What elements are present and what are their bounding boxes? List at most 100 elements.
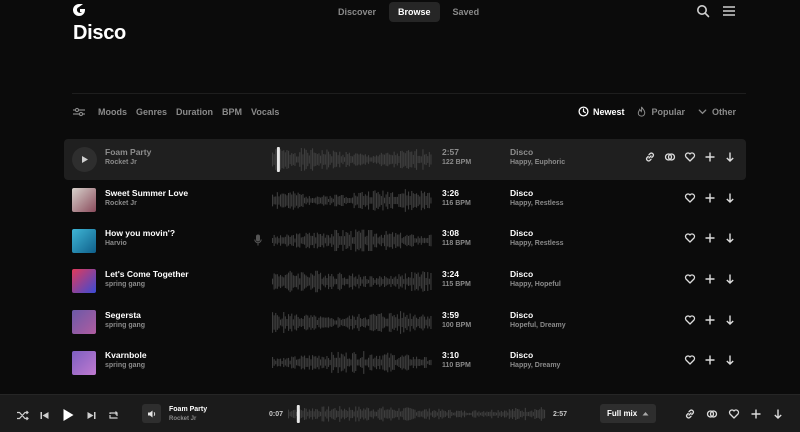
- waveform-bar: [281, 361, 283, 365]
- waveform-bar: [384, 235, 386, 247]
- player-waveform[interactable]: [288, 405, 546, 423]
- volume-button[interactable]: [142, 404, 161, 423]
- mix-select[interactable]: Full mix: [600, 404, 657, 423]
- menu-icon[interactable]: [722, 4, 736, 18]
- filter-bpm[interactable]: BPM: [222, 107, 242, 117]
- waveform[interactable]: [272, 350, 432, 375]
- player-track-title[interactable]: Foam Party: [169, 406, 207, 413]
- track-artist[interactable]: spring gang: [105, 281, 145, 288]
- track-title[interactable]: Kvarnbole: [105, 350, 147, 360]
- track-title[interactable]: Foam Party: [105, 147, 151, 157]
- heart-icon[interactable]: [684, 354, 696, 366]
- track-artist[interactable]: Rocket Jr: [105, 159, 137, 166]
- repeat-icon[interactable]: [107, 409, 120, 422]
- player-track-artist[interactable]: Rocket Jr: [169, 416, 196, 422]
- waveform[interactable]: [272, 310, 432, 335]
- heart-icon[interactable]: [684, 192, 696, 204]
- download-icon[interactable]: [724, 232, 736, 244]
- similar-icon[interactable]: [706, 408, 718, 420]
- add-icon[interactable]: [704, 354, 716, 366]
- track-row[interactable]: Let's Come Together spring gang 3:24 115…: [64, 261, 746, 302]
- waveform[interactable]: [272, 147, 432, 172]
- waveform-bar: [422, 360, 424, 366]
- download-icon[interactable]: [724, 314, 736, 326]
- sort-popular[interactable]: Popular: [636, 106, 685, 117]
- download-icon[interactable]: [724, 273, 736, 285]
- waveform-bar: [532, 412, 534, 416]
- download-icon[interactable]: [724, 151, 736, 163]
- filter-duration[interactable]: Duration: [176, 107, 213, 117]
- add-icon[interactable]: [704, 273, 716, 285]
- waveform-bar: [387, 278, 389, 285]
- add-icon[interactable]: [704, 151, 716, 163]
- heart-icon[interactable]: [684, 151, 696, 163]
- track-row[interactable]: Kvarnbole spring gang 3:10 110 BPM Disco…: [64, 342, 746, 383]
- play-button[interactable]: [72, 146, 97, 172]
- track-title[interactable]: Sweet Summer Love: [105, 188, 188, 198]
- waveform-bar: [428, 235, 430, 247]
- waveform-bar: [278, 276, 280, 287]
- filter-genres[interactable]: Genres: [136, 107, 167, 117]
- waveform[interactable]: [272, 228, 432, 253]
- heart-icon[interactable]: [684, 273, 696, 285]
- waveform[interactable]: [272, 188, 432, 213]
- tab-saved[interactable]: Saved: [444, 2, 489, 22]
- tab-browse[interactable]: Browse: [389, 2, 440, 22]
- sort-newest[interactable]: Newest: [578, 106, 624, 117]
- track-artwork[interactable]: [72, 228, 96, 253]
- waveform-bar: [352, 353, 354, 373]
- track-artwork[interactable]: [72, 269, 96, 294]
- track-title[interactable]: How you movin'?: [105, 228, 175, 238]
- next-icon[interactable]: [85, 409, 98, 422]
- waveform[interactable]: [272, 269, 432, 294]
- waveform-bar: [355, 276, 357, 287]
- download-icon[interactable]: [724, 354, 736, 366]
- sliders-icon[interactable]: [73, 107, 85, 117]
- shuffle-icon[interactable]: [16, 409, 29, 422]
- track-artist[interactable]: Rocket Jr: [105, 200, 137, 207]
- heart-icon[interactable]: [728, 408, 740, 420]
- waveform-bar: [374, 234, 376, 248]
- waveform-bar: [430, 273, 432, 291]
- filter-moods[interactable]: Moods: [98, 107, 127, 117]
- logo-icon[interactable]: [72, 3, 86, 19]
- waveform-bar: [385, 409, 387, 419]
- heart-icon[interactable]: [684, 232, 696, 244]
- previous-icon[interactable]: [38, 409, 51, 422]
- track-artist[interactable]: Harvio: [105, 240, 127, 247]
- waveform-bar: [307, 315, 309, 330]
- track-artwork[interactable]: [72, 310, 96, 335]
- add-icon[interactable]: [750, 408, 762, 420]
- track-artwork[interactable]: [72, 350, 96, 375]
- add-icon[interactable]: [704, 232, 716, 244]
- download-icon[interactable]: [724, 192, 736, 204]
- sort-other[interactable]: Other: [697, 106, 736, 117]
- waveform-bar: [350, 318, 352, 326]
- track-title[interactable]: Segersta: [105, 310, 141, 320]
- track-artist[interactable]: spring gang: [105, 322, 145, 329]
- track-artist[interactable]: spring gang: [105, 362, 145, 369]
- filter-vocals[interactable]: Vocals: [251, 107, 279, 117]
- heart-icon[interactable]: [684, 314, 696, 326]
- waveform-bar: [361, 279, 363, 284]
- search-icon[interactable]: [696, 4, 710, 18]
- download-icon[interactable]: [772, 408, 784, 420]
- add-icon[interactable]: [704, 314, 716, 326]
- track-row[interactable]: Foam Party Rocket Jr 2:57 122 BPM Disco …: [64, 139, 746, 180]
- track-row[interactable]: How you movin'? Harvio 3:08 118 BPM Disc…: [64, 220, 746, 261]
- waveform-bar: [336, 410, 338, 418]
- waveform-bar: [372, 236, 374, 245]
- tab-discover[interactable]: Discover: [329, 2, 385, 22]
- waveform-bar: [334, 358, 336, 368]
- play-icon[interactable]: [60, 407, 76, 423]
- track-row[interactable]: Sweet Summer Love Rocket Jr 3:26 116 BPM…: [64, 180, 746, 221]
- track-duration: 3:59: [442, 309, 460, 320]
- track-row[interactable]: Segersta spring gang 3:59 100 BPM Disco …: [64, 302, 746, 343]
- waveform-bar: [361, 357, 363, 369]
- track-artwork[interactable]: [72, 188, 96, 213]
- add-icon[interactable]: [704, 192, 716, 204]
- track-title[interactable]: Let's Come Together: [105, 269, 189, 279]
- link-icon[interactable]: [684, 408, 696, 420]
- similar-icon[interactable]: [664, 151, 676, 163]
- link-icon[interactable]: [644, 151, 656, 163]
